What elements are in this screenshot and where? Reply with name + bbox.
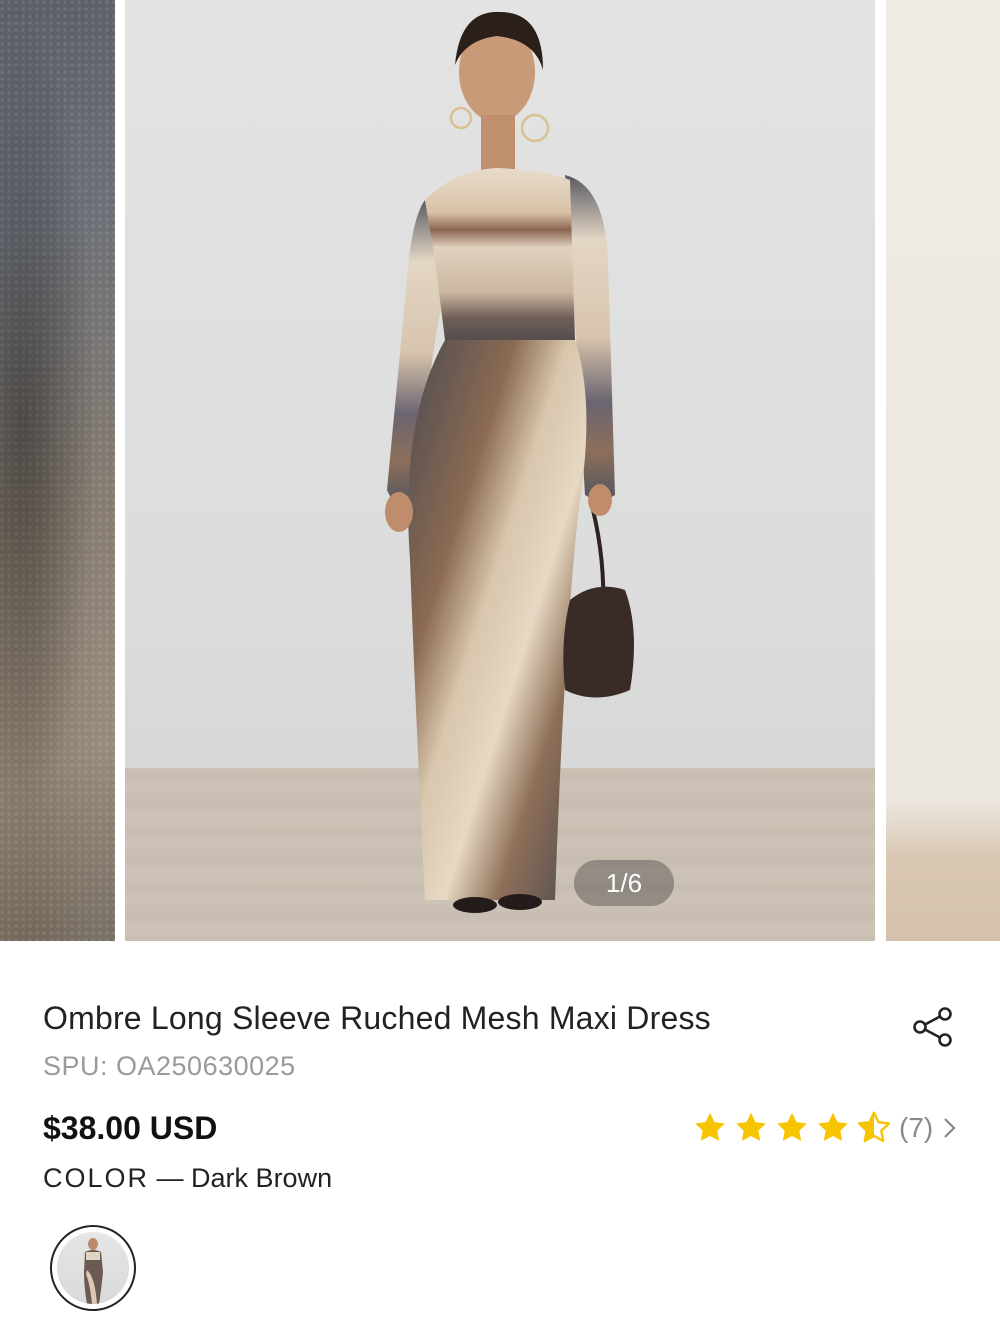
color-label: COLOR: [43, 1163, 150, 1193]
product-title: Ombre Long Sleeve Ruched Mesh Maxi Dress: [43, 1000, 711, 1036]
color-swatch-selected[interactable]: [50, 1225, 136, 1311]
star-icon: [695, 1112, 725, 1141]
color-value: Dark Brown: [191, 1163, 333, 1193]
chevron-right-icon: [944, 1118, 956, 1138]
swatch-thumbnail: [57, 1232, 129, 1304]
star-half-icon: [857, 1111, 891, 1143]
product-spu: SPU: OA250630025: [43, 1051, 296, 1081]
color-selection-row: COLOR — Dark Brown: [43, 1163, 332, 1194]
star-icon: [777, 1112, 807, 1141]
share-icon[interactable]: [910, 1004, 956, 1050]
product-price: $38.00 USD: [43, 1110, 218, 1146]
review-count: (7): [899, 1112, 934, 1143]
fabric-closeup-image[interactable]: [0, 0, 115, 941]
rating-summary[interactable]: (7): [692, 1108, 959, 1148]
product-main-image[interactable]: 1/6: [125, 0, 875, 941]
image-counter: 1/6: [574, 860, 674, 906]
product-image-carousel[interactable]: 1/6: [0, 0, 1000, 941]
star-icon: [736, 1112, 766, 1141]
next-image-preview[interactable]: [886, 0, 1000, 941]
color-separator: —: [149, 1163, 192, 1193]
model-illustration: [385, 11, 634, 913]
star-icon: [818, 1112, 848, 1141]
